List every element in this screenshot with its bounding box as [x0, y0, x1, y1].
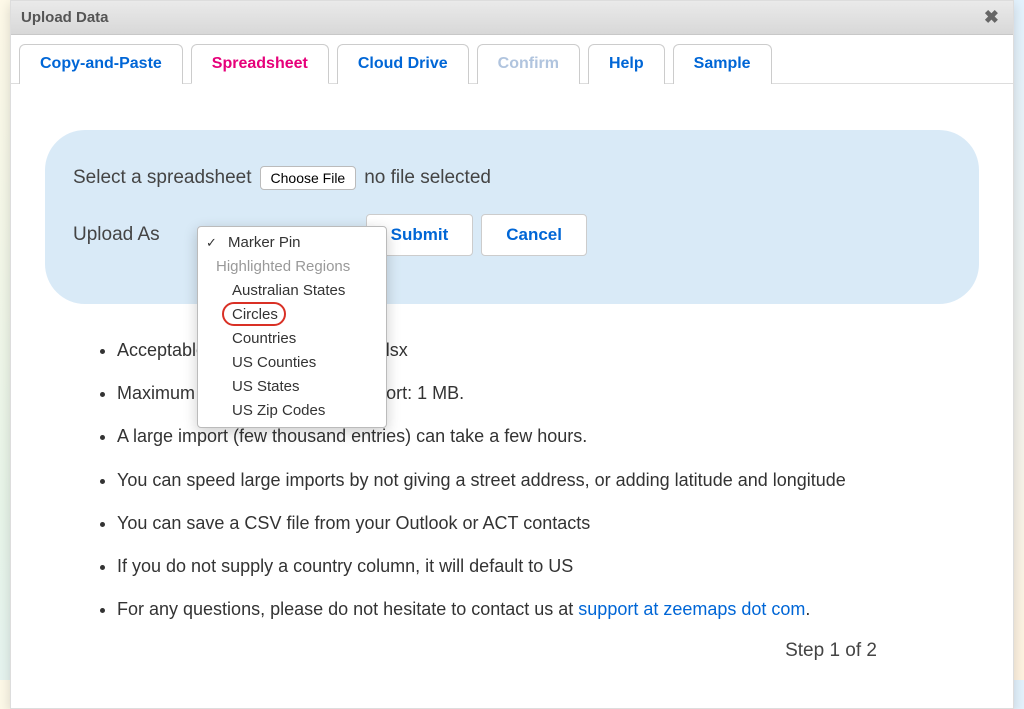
choose-file-button[interactable]: Choose File	[260, 166, 357, 190]
tab-copy-and-paste[interactable]: Copy-and-Paste	[19, 44, 183, 84]
note-item: For any questions, please do not hesitat…	[117, 597, 947, 622]
step-indicator: Step 1 of 2	[27, 640, 997, 688]
tab-help[interactable]: Help	[588, 44, 665, 84]
cancel-button[interactable]: Cancel	[481, 214, 587, 256]
close-icon[interactable]: ✖	[980, 7, 1003, 28]
dropdown-group-highlighted-regions: Highlighted Regions	[198, 255, 386, 279]
note-item: You can speed large imports by not givin…	[117, 468, 947, 493]
dropdown-item-australian-states[interactable]: Australian States	[198, 279, 386, 303]
note-item: A large import (few thousand entries) ca…	[117, 424, 947, 449]
tab-cloud-drive[interactable]: Cloud Drive	[337, 44, 469, 84]
no-file-text: no file selected	[364, 167, 491, 189]
dropdown-item-circles[interactable]: Circles	[198, 303, 386, 327]
dialog-title: Upload Data	[21, 9, 109, 26]
dropdown-item-countries[interactable]: Countries	[198, 327, 386, 351]
note-item: If you do not supply a country column, i…	[117, 554, 947, 579]
tabs: Copy-and-Paste Spreadsheet Cloud Drive C…	[11, 35, 1013, 84]
file-row: Select a spreadsheet Choose File no file…	[73, 166, 951, 190]
upload-as-label: Upload As	[73, 224, 160, 246]
dropdown-item-us-zip-codes[interactable]: US Zip Codes	[198, 399, 386, 423]
dropdown-item-us-states[interactable]: US States	[198, 375, 386, 399]
dropdown-item-us-counties[interactable]: US Counties	[198, 351, 386, 375]
select-spreadsheet-label: Select a spreadsheet	[73, 167, 252, 189]
dialog-header: Upload Data ✖	[11, 1, 1013, 35]
dropdown-item-marker-pin[interactable]: ✓ Marker Pin	[198, 231, 386, 255]
tab-spreadsheet[interactable]: Spreadsheet	[191, 44, 329, 84]
upload-as-dropdown[interactable]: ✓ Marker Pin Highlighted Regions Austral…	[197, 226, 387, 428]
support-link[interactable]: support at zeemaps dot com	[578, 599, 805, 619]
check-icon: ✓	[206, 233, 217, 253]
upload-panel: Select a spreadsheet Choose File no file…	[45, 130, 979, 304]
content: Select a spreadsheet Choose File no file…	[11, 84, 1013, 708]
tab-confirm: Confirm	[477, 44, 580, 84]
upload-data-dialog: Upload Data ✖ Copy-and-Paste Spreadsheet…	[10, 0, 1014, 709]
note-item: You can save a CSV file from your Outloo…	[117, 511, 947, 536]
tab-sample[interactable]: Sample	[673, 44, 772, 84]
